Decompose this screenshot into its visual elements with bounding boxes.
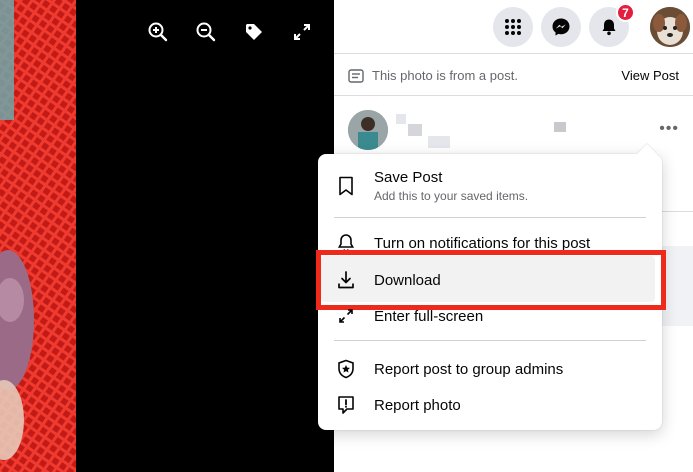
- viewer-toolbar: [146, 20, 314, 44]
- profile-avatar[interactable]: [650, 7, 690, 47]
- post-icon: [348, 68, 364, 83]
- top-navbar: 7: [334, 0, 693, 54]
- menu-item-report-photo[interactable]: Report photo: [326, 390, 654, 420]
- bell-icon: [602, 19, 616, 36]
- menu-item-label: Save Post: [374, 169, 443, 186]
- more-options-icon[interactable]: •••: [659, 120, 679, 138]
- report-icon: [336, 395, 356, 415]
- menu-item-label: Report post to group admins: [374, 360, 564, 378]
- photo-content: [0, 0, 76, 472]
- redacted-name: [396, 114, 406, 124]
- view-post-link[interactable]: View Post: [621, 68, 679, 83]
- author-avatar[interactable]: [348, 110, 388, 150]
- menu-item-enter-full-screen[interactable]: Enter full-screen: [326, 303, 654, 329]
- photo-viewer: [76, 0, 334, 472]
- zoom-out-icon[interactable]: [194, 20, 218, 44]
- author-avatar-image: [348, 110, 388, 150]
- menu-grid-button[interactable]: [493, 7, 533, 47]
- menu-item-sublabel: Add this to your saved items.: [374, 189, 529, 203]
- fullscreen-icon[interactable]: [290, 20, 314, 44]
- bookmark-icon: [336, 176, 356, 196]
- post-author-row: •••: [348, 110, 679, 160]
- redacted-name: [408, 124, 422, 136]
- messenger-icon: [552, 18, 570, 36]
- expand-icon: [336, 306, 356, 326]
- menu-divider: [334, 340, 646, 341]
- post-notice-text: This photo is from a post.: [372, 68, 518, 83]
- post-notice-row: This photo is from a post. View Post: [334, 54, 693, 96]
- menu-item-label: Enter full-screen: [374, 307, 484, 325]
- menu-item-report-post-to-admins[interactable]: Report post to group admins: [326, 354, 654, 384]
- tag-icon[interactable]: [242, 20, 266, 44]
- menu-item-save-post[interactable]: Save Post Add this to your saved items.: [326, 164, 654, 208]
- messenger-button[interactable]: [541, 7, 581, 47]
- notification-count-badge: 7: [616, 3, 635, 22]
- shield-star-icon: [336, 359, 356, 379]
- menu-item-label: Report photo: [374, 396, 461, 414]
- dog-avatar-image: [650, 7, 690, 47]
- menu-item-label: Turn on notifications for this post: [374, 234, 591, 252]
- redacted-name: [428, 136, 450, 148]
- menu-divider: [334, 217, 646, 218]
- grid-icon: [505, 19, 521, 35]
- zoom-in-icon[interactable]: [146, 20, 170, 44]
- redacted-meta: [554, 122, 566, 132]
- notifications-button[interactable]: 7: [589, 3, 635, 47]
- download-highlight-box: [316, 250, 666, 310]
